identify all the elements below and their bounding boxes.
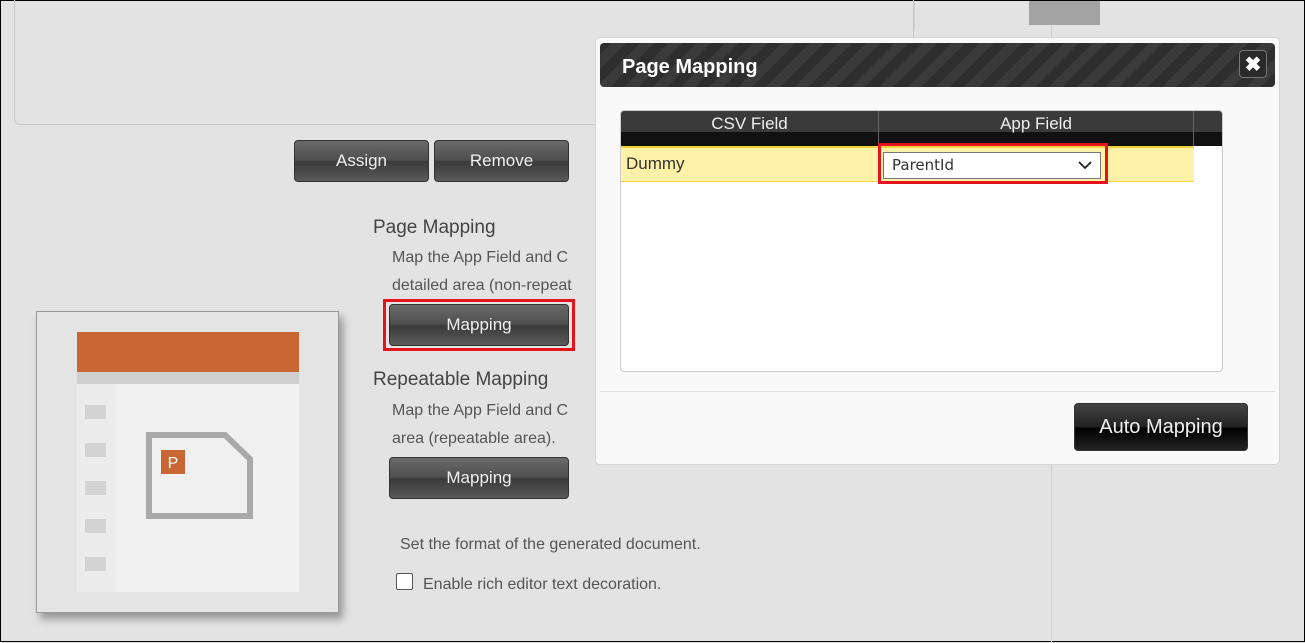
thumb-header	[77, 332, 299, 372]
page-mapping-heading: Page Mapping	[373, 217, 496, 238]
divider	[600, 391, 1275, 392]
select-value: ParentId	[892, 156, 954, 174]
page-mapping-dialog: Page Mapping ✖ CSV Field App Field Dummy…	[595, 37, 1280, 465]
app-field-select[interactable]: ParentId	[883, 152, 1101, 179]
thumb-bar	[77, 372, 299, 384]
format-text: Set the format of the generated document…	[400, 536, 701, 553]
divider	[914, 1, 915, 31]
repeatable-mapping-heading: Repeatable Mapping	[373, 369, 549, 390]
page-mapping-button[interactable]: Mapping	[389, 304, 569, 346]
repeatable-mapping-button[interactable]: Mapping	[389, 457, 569, 499]
table-row[interactable]: Dummy ParentId	[621, 143, 1194, 184]
close-icon[interactable]: ✖	[1239, 50, 1267, 78]
rich-editor-checkbox[interactable]	[396, 573, 413, 590]
toolbar-icon[interactable]	[1029, 1, 1100, 25]
remove-button[interactable]: Remove	[434, 140, 569, 182]
auto-mapping-button[interactable]: Auto Mapping	[1074, 403, 1248, 451]
repeatable-mapping-desc: Map the App Field and C area (repeatable …	[392, 397, 568, 453]
page-mapping-desc: Map the App Field and C detailed area (no…	[392, 244, 572, 300]
csv-field-cell: Dummy	[626, 154, 685, 173]
table-header: CSV Field App Field	[621, 111, 1222, 146]
rich-editor-label: Enable rich editor text decoration.	[423, 576, 662, 593]
thumb-sidebar	[77, 384, 117, 592]
desc-line: Map the App Field and C	[392, 402, 569, 419]
dialog-title: Page Mapping	[622, 56, 758, 78]
desc-line: area (repeatable area).	[392, 430, 556, 447]
assign-button[interactable]: Assign	[294, 140, 429, 182]
svg-text:P: P	[168, 455, 179, 472]
template-thumbnail: P	[36, 311, 339, 613]
desc-line: detailed area (non-repeat	[392, 277, 572, 294]
column-header-csv: CSV Field	[621, 111, 879, 146]
chevron-down-icon	[1078, 161, 1092, 170]
mapping-table: CSV Field App Field Dummy ParentId	[620, 110, 1223, 372]
column-header-app: App Field	[879, 111, 1194, 146]
desc-line: Map the App Field and C	[392, 249, 569, 266]
document-icon: P	[146, 432, 253, 519]
dialog-header: Page Mapping ✖	[600, 43, 1275, 87]
